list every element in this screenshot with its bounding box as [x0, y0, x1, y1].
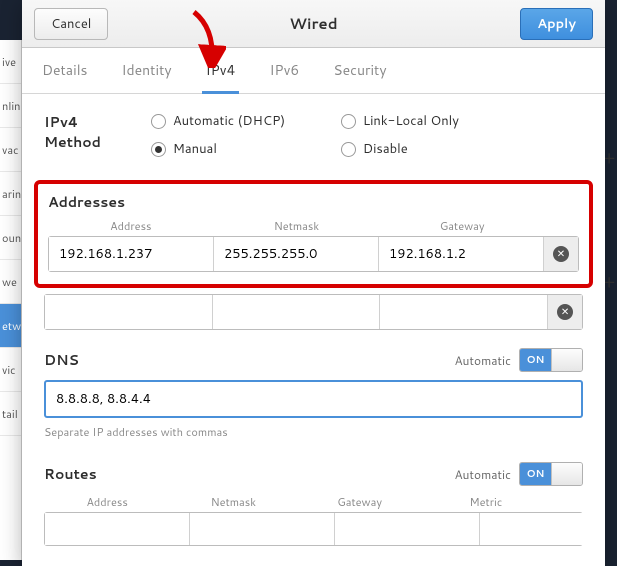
- address-row: ✕: [44, 294, 583, 330]
- tab-details[interactable]: Details: [38, 48, 92, 94]
- sidebar-item[interactable]: nlin: [0, 84, 21, 128]
- remove-row-button[interactable]: ✕: [548, 295, 582, 329]
- sidebar-item[interactable]: etw: [0, 304, 21, 348]
- method-automatic[interactable]: Automatic (DHCP): [151, 112, 341, 130]
- routes-automatic-switch[interactable]: ON: [519, 462, 583, 486]
- close-icon: ✕: [557, 304, 573, 320]
- address-input[interactable]: [45, 295, 213, 329]
- addresses-highlight: Addresses Address Netmask Gateway ✕: [34, 180, 593, 288]
- switch-knob: [551, 349, 582, 371]
- switch-on-label: ON: [520, 349, 551, 371]
- radio-icon: [341, 114, 356, 129]
- switch-knob: [551, 463, 582, 485]
- switch-on-label: ON: [520, 463, 551, 485]
- gateway-input[interactable]: [379, 237, 544, 271]
- connection-dialog: Cancel Wired Apply Details Identity IPv4…: [22, 0, 605, 566]
- routes-automatic-label: Automatic: [454, 466, 511, 483]
- route-netmask-input[interactable]: [190, 513, 335, 545]
- sidebar-item[interactable]: ive: [0, 40, 21, 84]
- tab-identity[interactable]: Identity: [118, 48, 176, 94]
- route-gateway-input[interactable]: [335, 513, 480, 545]
- addresses-title: Addresses: [48, 192, 579, 212]
- sidebar-item[interactable]: tail: [0, 392, 21, 436]
- cancel-button[interactable]: Cancel: [34, 8, 108, 40]
- route-metric-input[interactable]: [480, 513, 605, 545]
- settings-sidebar: ive nlin vac arin oun we etw vic tail: [0, 40, 22, 560]
- netmask-input[interactable]: [214, 237, 379, 271]
- tab-ipv4[interactable]: IPv4: [202, 48, 240, 94]
- address-row: ✕: [48, 236, 579, 272]
- method-link-local[interactable]: Link-Local Only: [341, 112, 531, 130]
- dns-hint: Separate IP addresses with commas: [44, 424, 583, 440]
- method-manual[interactable]: Manual: [151, 140, 341, 158]
- routes-columns: Address Netmask Gateway Metric: [44, 494, 583, 510]
- plus-column: + +: [603, 40, 617, 560]
- sidebar-item[interactable]: arin: [0, 172, 21, 216]
- routes-title: Routes: [44, 464, 97, 484]
- route-row: ✕: [44, 512, 583, 546]
- tab-bar: Details Identity IPv4 IPv6 Security: [22, 48, 605, 94]
- sidebar-item[interactable]: we: [0, 260, 21, 304]
- method-disable[interactable]: Disable: [341, 140, 531, 158]
- addresses-columns: Address Netmask Gateway: [48, 218, 579, 234]
- remove-row-button[interactable]: ✕: [544, 237, 578, 271]
- dialog-header: Cancel Wired Apply: [22, 0, 605, 48]
- radio-icon: [341, 142, 356, 157]
- tab-security[interactable]: Security: [329, 48, 390, 94]
- sidebar-item[interactable]: oun: [0, 216, 21, 260]
- radio-icon: [151, 142, 166, 157]
- dns-title: DNS: [44, 350, 79, 370]
- radio-icon: [151, 114, 166, 129]
- dns-input[interactable]: [44, 380, 583, 418]
- ipv4-panel: IPv4 Method Automatic (DHCP) Link-Local …: [22, 94, 605, 566]
- dns-automatic-label: Automatic: [454, 352, 511, 369]
- dns-automatic-switch[interactable]: ON: [519, 348, 583, 372]
- apply-button[interactable]: Apply: [520, 8, 593, 40]
- route-address-input[interactable]: [45, 513, 190, 545]
- gateway-input[interactable]: [380, 295, 548, 329]
- close-icon: ✕: [553, 246, 569, 262]
- sidebar-item[interactable]: vac: [0, 128, 21, 172]
- netmask-input[interactable]: [213, 295, 381, 329]
- address-input[interactable]: [49, 237, 214, 271]
- method-label: IPv4 Method: [44, 112, 101, 152]
- sidebar-item[interactable]: vic: [0, 348, 21, 392]
- tab-ipv6[interactable]: IPv6: [265, 48, 303, 94]
- dialog-title: Wired: [22, 13, 605, 34]
